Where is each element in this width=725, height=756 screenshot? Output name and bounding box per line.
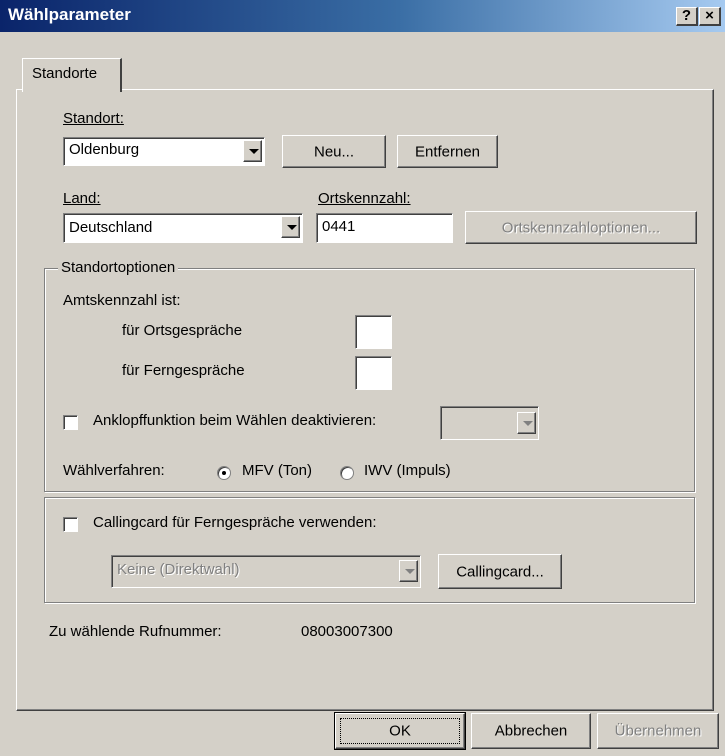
ok-button-label: OK [389,722,411,740]
callingcard-value: Keine (Direktwahl) [117,561,240,578]
dial-mode-label: Wählverfahren: [63,462,165,479]
close-button[interactable]: × [699,7,721,26]
ortskennzahl-input[interactable]: 0441 [316,213,453,243]
tone-radio[interactable] [217,466,231,480]
callingcard-label: Callingcard für Ferngespräche verwenden: [93,514,377,531]
dial-number-label: Zu wählende Rufnummer: [49,623,222,640]
remove-button[interactable]: Entfernen [397,135,498,168]
chevron-down-icon [249,149,259,154]
ok-button[interactable]: OK [334,712,466,750]
land-dropdown-button[interactable] [281,216,300,238]
ortskennzahl-options-label: Ortskennzahloptionen... [501,219,661,236]
call-waiting-checkbox[interactable] [63,415,78,430]
callingcard-dropdown-button[interactable] [399,560,418,582]
call-waiting-label: Anklopffunktion beim Wählen deaktivieren… [93,412,377,429]
call-waiting-select[interactable] [440,406,539,440]
standort-select[interactable]: Oldenburg [63,137,265,166]
radio-selected-dot [222,471,226,475]
standort-label: Standort: [63,110,124,127]
pulse-label: IWV (Impuls) [364,462,451,479]
local-label: für Ortsgespräche [122,322,243,339]
standort-dropdown-button[interactable] [243,140,262,162]
callingcard-checkbox[interactable] [63,517,78,532]
apply-button-label: Übernehmen [614,722,702,740]
callingcard-button-label: Callingcard... [456,563,544,580]
standortoptionen-title: Standortoptionen [58,259,179,276]
pulse-radio[interactable] [340,466,354,480]
chevron-down-icon [405,569,415,574]
help-button[interactable]: ? [676,7,698,26]
call-waiting-dropdown-button[interactable] [517,412,536,434]
callingcard-select[interactable]: Keine (Direktwahl) [111,555,421,588]
close-icon: × [705,7,714,24]
window-title: Wählparameter [8,5,131,24]
land-select[interactable]: Deutschland [63,213,303,243]
cancel-button[interactable]: Abbrechen [471,713,591,749]
amtskennzahl-label: Amtskennzahl ist: [63,292,181,309]
ortskennzahl-label: Ortskennzahl: [318,190,411,207]
callingcard-button[interactable]: Callingcard... [438,554,562,589]
tab-standorte-label: Standorte [32,65,98,82]
tab-standorte[interactable]: Standorte [22,58,122,92]
title-bar: Wählparameter ? × [0,0,725,32]
chevron-down-icon [523,421,533,426]
new-button[interactable]: Neu... [282,135,386,168]
dial-number-value: 08003007300 [301,623,393,640]
long-distance-prefix-input[interactable] [355,356,392,390]
help-icon: ? [681,7,692,24]
apply-button[interactable]: Übernehmen [597,713,719,749]
land-label: Land: [63,190,101,207]
ortskennzahl-value: 0441 [322,218,356,235]
local-prefix-input[interactable] [355,315,392,349]
chevron-down-icon [287,225,297,230]
ortskennzahl-options-button[interactable]: Ortskennzahloptionen... [465,211,697,244]
new-button-label: Neu... [313,143,355,160]
remove-button-label: Entfernen [414,143,481,160]
tone-label: MFV (Ton) [242,462,313,479]
land-value: Deutschland [69,219,153,236]
standort-value: Oldenburg [69,141,140,158]
cancel-button-label: Abbrechen [494,722,568,740]
long-distance-label: für Ferngespräche [122,362,245,379]
